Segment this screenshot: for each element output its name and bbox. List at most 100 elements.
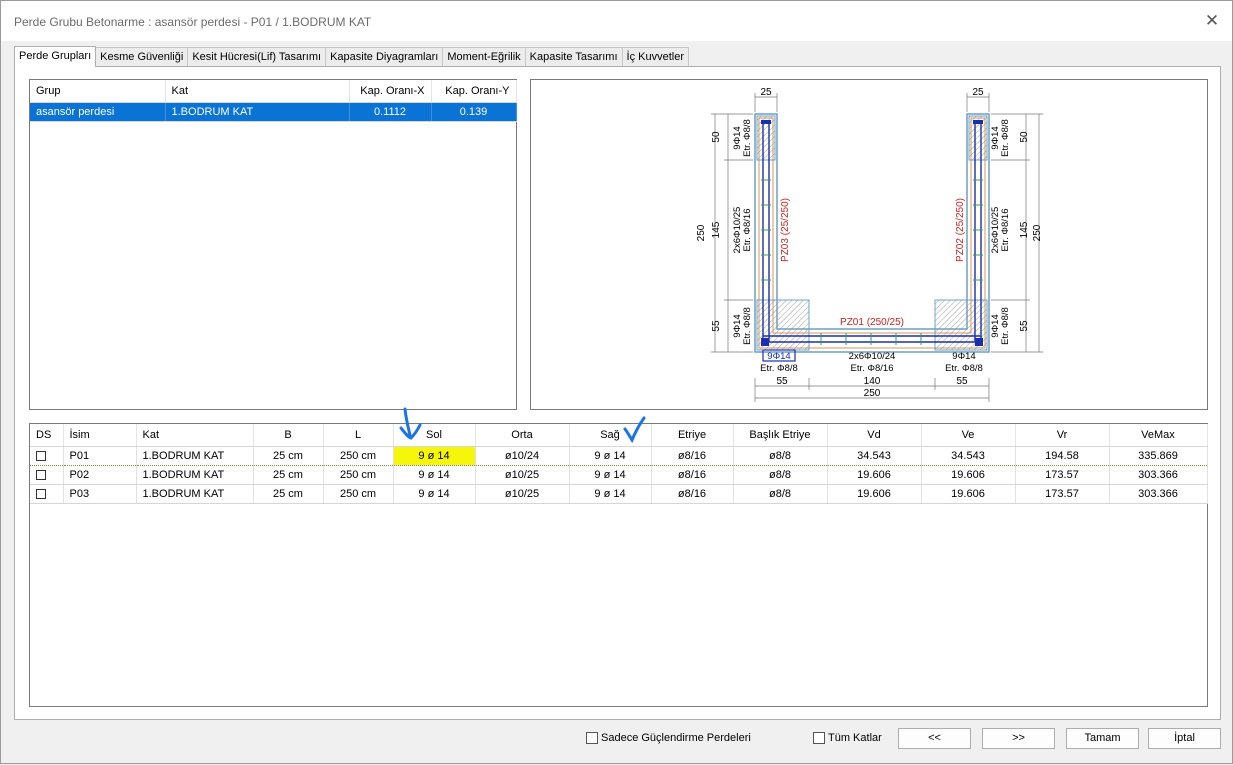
table-row[interactable]: asansör perdesi 1.BODRUM KAT 0.1112 0.13… <box>30 102 517 122</box>
ds-checkbox[interactable] <box>36 450 46 461</box>
cell-ve[interactable]: 34.543 <box>921 445 1016 466</box>
ds-checkbox-cell[interactable] <box>30 465 64 485</box>
cell-vd[interactable]: 34.543 <box>827 445 922 466</box>
cell-baslik-etriye[interactable]: ø8/8 <box>733 445 828 466</box>
only-strengthening-checkbox[interactable] <box>586 732 598 744</box>
cell-orta[interactable]: ø10/24 <box>475 445 570 466</box>
dim-left-2: 145 <box>711 221 722 238</box>
col-header-b[interactable]: B <box>253 424 324 447</box>
window-title: Perde Grubu Betonarme : asansör perdesi … <box>14 15 372 29</box>
cell-isim[interactable]: P03 <box>63 484 137 504</box>
all-floors-option[interactable]: Tüm Katlar <box>813 732 882 744</box>
cell-b[interactable]: 25 cm <box>253 484 324 504</box>
wall-list-panel: DS İsim Kat B L Sol Orta Sağ Etriye Başl… <box>29 423 1208 707</box>
table-row[interactable]: P03 1.BODRUM KAT 25 cm 250 cm 9 ø 14 ø10… <box>30 484 1208 504</box>
only-strengthening-walls-option[interactable]: Sadece Güçlendirme Perdeleri <box>586 732 751 744</box>
cell-isim[interactable]: P02 <box>63 465 137 485</box>
cell-baslik-etriye[interactable]: ø8/8 <box>733 465 828 485</box>
table-row[interactable]: P01 1.BODRUM KAT 25 cm 250 cm 9 ø 14 ø10… <box>30 445 1208 466</box>
label-bot-mid-bar: 2x6Φ10/24 <box>849 351 896 362</box>
ds-checkbox-cell[interactable] <box>30 445 64 466</box>
cell-etriye[interactable]: ø8/16 <box>651 445 734 466</box>
cell-sol[interactable]: 9 ø 14 <box>393 445 476 466</box>
tab-kesme-guvenligi[interactable]: Kesme Güvenliği <box>95 47 189 67</box>
col-header-isim[interactable]: İsim <box>63 424 137 447</box>
next-button[interactable]: >> <box>982 728 1055 749</box>
label-left-top-stir: Etr. Φ8/8 <box>742 119 753 157</box>
cell-kap-x[interactable]: 0.1112 <box>349 102 432 122</box>
cell-vd[interactable]: 19.606 <box>827 465 922 485</box>
previous-button[interactable]: << <box>898 728 971 749</box>
col-header-kat[interactable]: Kat <box>165 80 350 103</box>
ds-checkbox-cell[interactable] <box>30 484 64 504</box>
col-header-kap-orani-x[interactable]: Kap. Oranı-X <box>349 80 432 103</box>
cell-kat[interactable]: 1.BODRUM KAT <box>136 465 254 485</box>
cell-orta[interactable]: ø10/25 <box>475 484 570 504</box>
dim-bottom-total: 250 <box>864 388 881 399</box>
tab-kesit-hucresi[interactable]: Kesit Hücresi(Lif) Tasarımı <box>187 47 327 67</box>
col-header-orta[interactable]: Orta <box>475 424 570 447</box>
cell-vd[interactable]: 19.606 <box>827 484 922 504</box>
group-list-panel: Grup Kat Kap. Oranı-X Kap. Oranı-Y asans… <box>29 79 517 410</box>
col-header-vemax[interactable]: VeMax <box>1109 424 1208 447</box>
ds-checkbox[interactable] <box>36 488 46 499</box>
cell-vemax[interactable]: 303.366 <box>1109 465 1208 485</box>
cell-grup[interactable]: asansör perdesi <box>30 102 166 122</box>
cell-kat[interactable]: 1.BODRUM KAT <box>165 102 350 122</box>
col-header-vr[interactable]: Vr <box>1015 424 1110 447</box>
cell-ve[interactable]: 19.606 <box>921 465 1016 485</box>
cell-vr[interactable]: 173.57 <box>1015 484 1110 504</box>
close-icon[interactable]: ✕ <box>1202 11 1222 31</box>
tab-perde-gruplari[interactable]: Perde Grupları <box>14 46 97 67</box>
cell-isim[interactable]: P01 <box>63 445 137 466</box>
cell-sag[interactable]: 9 ø 14 <box>569 465 652 485</box>
cell-orta[interactable]: ø10/25 <box>475 465 570 485</box>
dim-right-total: 250 <box>1032 224 1043 241</box>
cell-vr[interactable]: 194.58 <box>1015 445 1110 466</box>
cell-sag[interactable]: 9 ø 14 <box>569 445 652 466</box>
col-header-ds[interactable]: DS <box>30 424 64 447</box>
col-header-grup[interactable]: Grup <box>30 80 166 103</box>
cell-etriye[interactable]: ø8/16 <box>651 465 734 485</box>
cell-kap-y[interactable]: 0.139 <box>431 102 517 122</box>
cell-l[interactable]: 250 cm <box>323 465 394 485</box>
tab-kapasite-diyagramlari[interactable]: Kapasite Diyagramları <box>325 47 444 67</box>
tab-ic-kuvvetler[interactable]: İç Kuvvetler <box>621 47 689 67</box>
tab-kapasite-tasarimi[interactable]: Kapasite Tasarımı <box>524 47 623 67</box>
table-row[interactable]: P02 1.BODRUM KAT 25 cm 250 cm 9 ø 14 ø10… <box>30 465 1208 485</box>
cell-b[interactable]: 25 cm <box>253 445 324 466</box>
ok-button[interactable]: Tamam <box>1066 728 1139 749</box>
cell-ve[interactable]: 19.606 <box>921 484 1016 504</box>
cell-sol[interactable]: 9 ø 14 <box>393 484 476 504</box>
cell-sol[interactable]: 9 ø 14 <box>393 465 476 485</box>
all-floors-checkbox[interactable] <box>813 732 825 744</box>
col-header-l[interactable]: L <box>323 424 394 447</box>
col-header-sol[interactable]: Sol <box>393 424 476 447</box>
label-bot-right-stir: Etr. Φ8/8 <box>945 363 983 374</box>
col-header-sag[interactable]: Sağ <box>569 424 652 447</box>
cell-kat[interactable]: 1.BODRUM KAT <box>136 484 254 504</box>
cell-kat[interactable]: 1.BODRUM KAT <box>136 445 254 466</box>
cell-l[interactable]: 250 cm <box>323 445 394 466</box>
dim-bottom-1: 55 <box>776 376 788 387</box>
cancel-button[interactable]: İptal <box>1148 728 1221 749</box>
label-pz03: PZ03 (25/250) <box>780 198 791 262</box>
cell-l[interactable]: 250 cm <box>323 484 394 504</box>
col-header-baslik-etriye[interactable]: Başlık Etriye <box>733 424 828 447</box>
cell-sag[interactable]: 9 ø 14 <box>569 484 652 504</box>
cell-vemax[interactable]: 303.366 <box>1109 484 1208 504</box>
ds-checkbox[interactable] <box>36 469 46 480</box>
cell-b[interactable]: 25 cm <box>253 465 324 485</box>
cell-vr[interactable]: 173.57 <box>1015 465 1110 485</box>
col-header-ve[interactable]: Ve <box>921 424 1016 447</box>
col-header-kap-orani-y[interactable]: Kap. Oranı-Y <box>431 80 517 103</box>
dim-right-1: 50 <box>1019 131 1030 143</box>
only-strengthening-label: Sadece Güçlendirme Perdeleri <box>601 732 751 744</box>
cell-baslik-etriye[interactable]: ø8/8 <box>733 484 828 504</box>
col-header-vd[interactable]: Vd <box>827 424 922 447</box>
cell-etriye[interactable]: ø8/16 <box>651 484 734 504</box>
col-header-etriye[interactable]: Etriye <box>651 424 734 447</box>
cell-vemax[interactable]: 335.869 <box>1109 445 1208 466</box>
tab-moment-egrilik[interactable]: Moment-Eğrilik <box>442 47 526 67</box>
col-header-kat[interactable]: Kat <box>136 424 254 447</box>
